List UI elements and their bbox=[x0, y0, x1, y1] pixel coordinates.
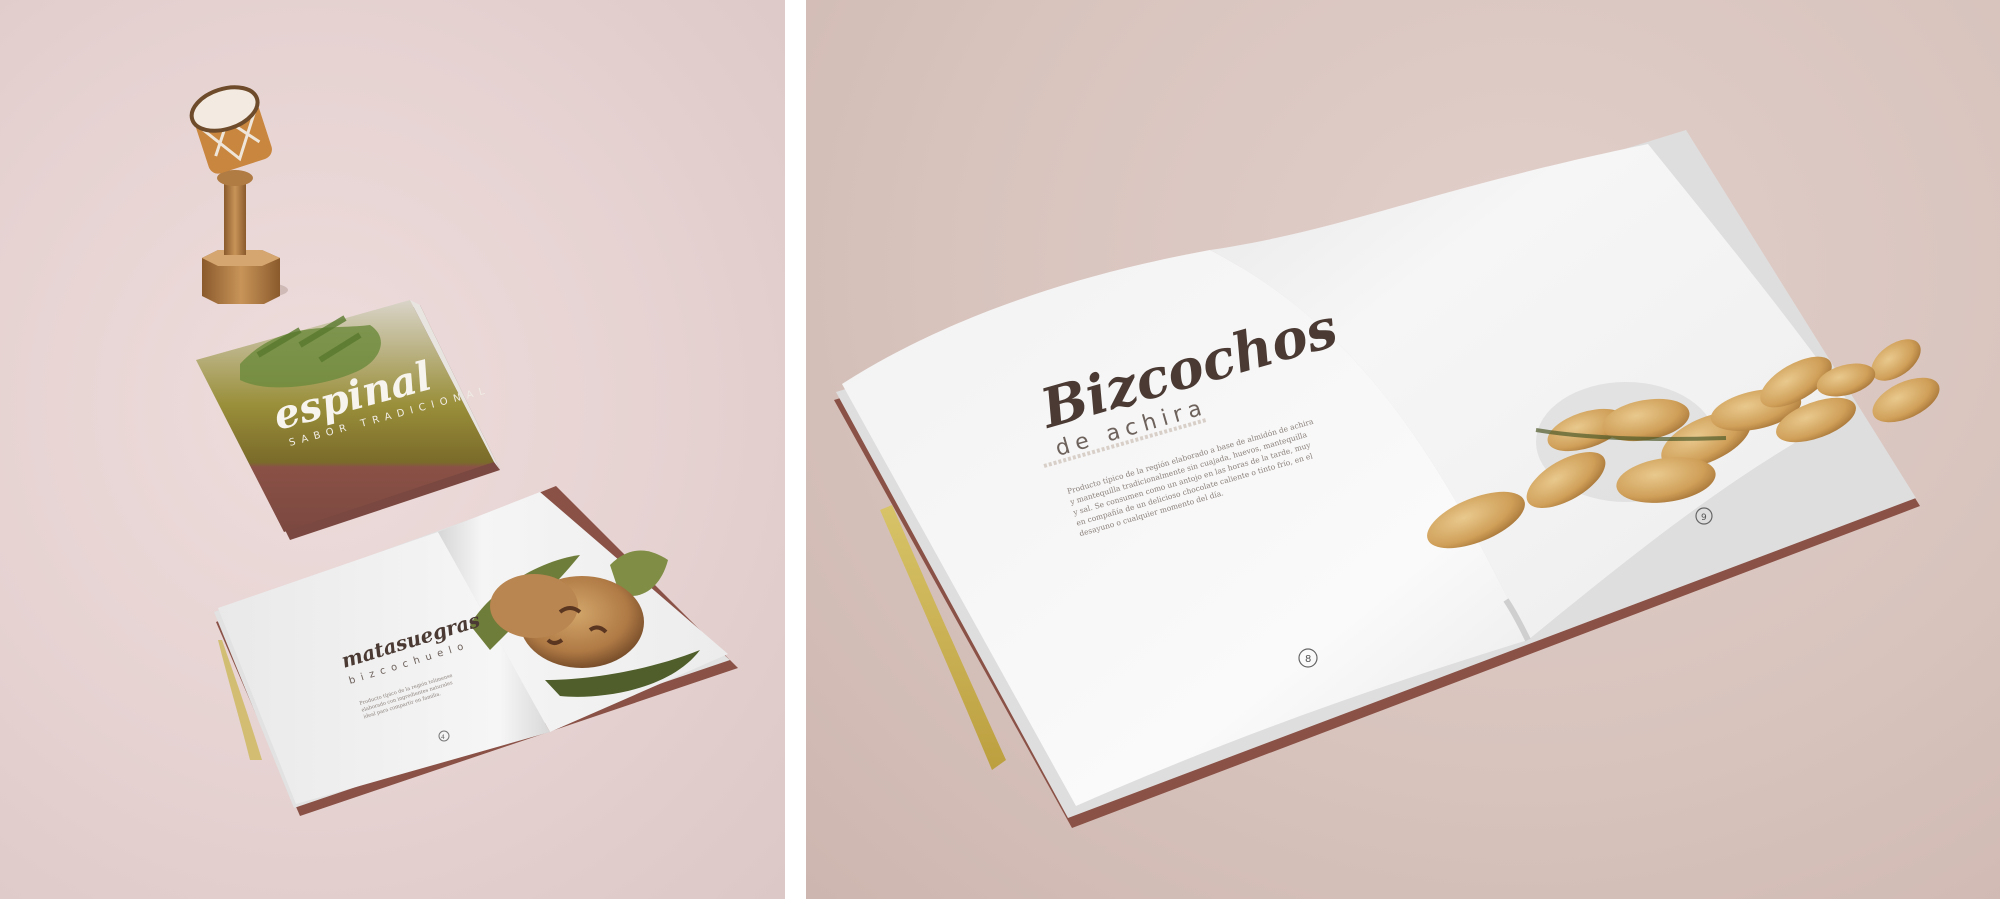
page-number-left: 8 bbox=[1305, 654, 1311, 665]
right-scene: Bizcochos de achira Producto típico de l… bbox=[834, 130, 1940, 828]
left-photo-panel: espinal SABOR TRADICIONAL matasuegras bi… bbox=[0, 0, 785, 899]
right-photo-panel: Bizcochos de achira Producto típico de l… bbox=[806, 0, 2000, 899]
closed-book: espinal SABOR TRADICIONAL bbox=[196, 300, 500, 540]
photo-composite: espinal SABOR TRADICIONAL matasuegras bi… bbox=[0, 0, 2000, 899]
page-number-right: 9 bbox=[1701, 513, 1707, 523]
spread-page-number: 4 bbox=[441, 734, 445, 741]
left-scene: espinal SABOR TRADICIONAL matasuegras bi… bbox=[189, 85, 738, 816]
drum-figurine bbox=[189, 85, 288, 304]
open-book-large: Bizcochos de achira Producto típico de l… bbox=[834, 130, 1940, 828]
